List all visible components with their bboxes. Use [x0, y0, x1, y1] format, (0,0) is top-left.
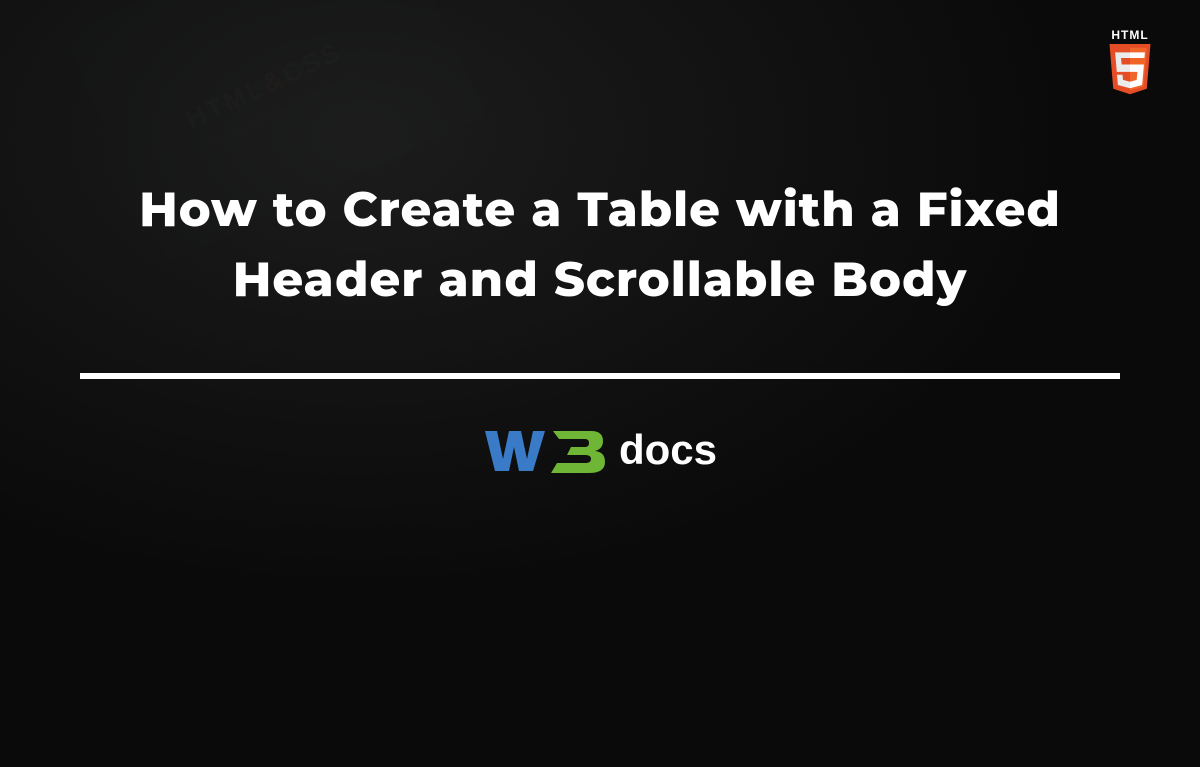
divider-line: [80, 373, 1120, 379]
main-content: How to Create a Table with a Fixed Heade…: [0, 0, 1200, 675]
w3-logo-icon: [483, 421, 613, 479]
w3docs-logo: docs: [483, 421, 717, 479]
page-title: How to Create a Table with a Fixed Heade…: [70, 176, 1130, 315]
logo-text: docs: [619, 426, 717, 474]
